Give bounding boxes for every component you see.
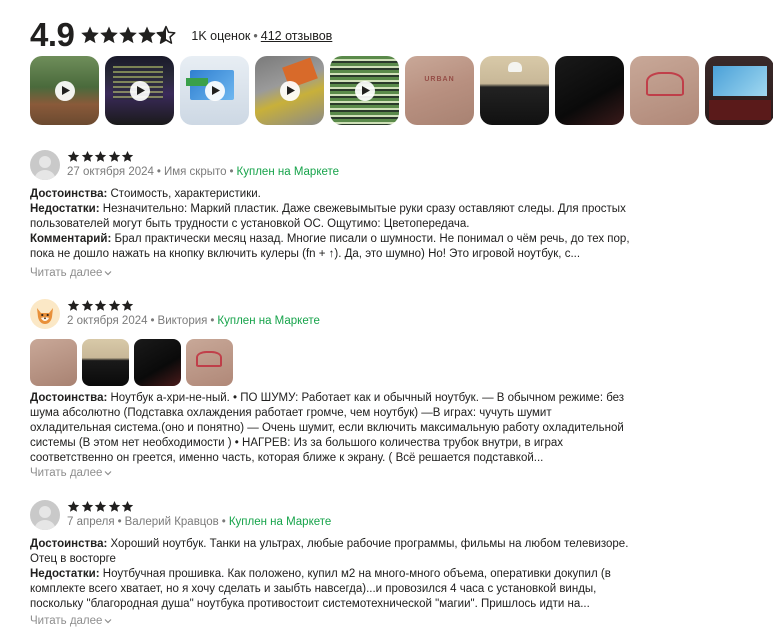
star-icon — [94, 500, 107, 513]
ratings-count: 1K оценок — [191, 28, 251, 43]
play-icon — [354, 80, 375, 101]
star-icon — [80, 25, 100, 45]
avatar — [30, 299, 60, 329]
review-photo[interactable] — [186, 339, 233, 386]
chevron-down-icon — [104, 270, 112, 276]
star-icon — [81, 299, 94, 312]
box-print-label: URBAN — [424, 76, 455, 83]
review-stars — [67, 299, 135, 312]
cons-label: Недостатки: — [30, 203, 100, 215]
play-icon — [279, 80, 300, 101]
pros-text: Ноутбук а-хри-не-ный. • ПО ШУМУ: Работае… — [30, 392, 625, 464]
star-icon — [99, 25, 119, 45]
pros-text: Хороший ноутбук. Танки на ультрах, любые… — [30, 538, 629, 565]
star-icon — [81, 500, 94, 513]
cons-text: Ноутбучная прошивка. Как положено, купил… — [30, 568, 611, 610]
play-icon — [54, 80, 75, 101]
photo-thumbnail[interactable] — [705, 56, 773, 125]
review-counts: 1K оценок • 412 отзывов — [191, 29, 332, 43]
video-thumbnail[interactable] — [180, 56, 249, 125]
star-icon — [67, 299, 80, 312]
review-text: Достоинства: Ноутбук а-хри-не-ный. • ПО … — [30, 391, 635, 466]
play-icon — [129, 80, 150, 101]
video-thumbnail[interactable] — [30, 56, 99, 125]
review-date: 7 апреля — [67, 516, 115, 528]
review-stars — [67, 150, 135, 163]
star-icon — [108, 500, 121, 513]
read-more-label: Читать далее — [30, 615, 103, 627]
review-photos — [30, 339, 233, 386]
star-icon — [118, 25, 138, 45]
comment-label: Комментарий: — [30, 233, 112, 245]
star-icon — [121, 500, 134, 513]
star-icon — [94, 150, 107, 163]
avatar — [30, 150, 60, 180]
video-thumbnail[interactable] — [330, 56, 399, 125]
read-more-link[interactable]: Читать далее — [30, 467, 112, 479]
read-more-label: Читать далее — [30, 267, 103, 279]
read-more-link[interactable]: Читать далее — [30, 267, 112, 279]
review-author: Имя скрыто — [163, 166, 227, 178]
read-more-label: Читать далее — [30, 467, 103, 479]
cons-text: Незначительно: Маркий пластик. Даже свеж… — [30, 203, 626, 230]
review-text: Достоинства: Стоимость, характеристики. … — [30, 187, 635, 262]
star-icon — [108, 299, 121, 312]
video-thumbnail[interactable] — [105, 56, 174, 125]
review-stars — [67, 500, 135, 513]
rating-summary: 4.9 1K оценок • 412 отзывов — [30, 14, 332, 54]
bought-badge: Куплен на Маркете — [236, 166, 340, 178]
comment-text: Брал практически месяц назад. Многие пис… — [30, 233, 630, 260]
photo-thumbnail[interactable] — [630, 56, 699, 125]
review-meta: 27 октября 2024 • Имя скрыто • Куплен на Мар… — [67, 166, 340, 178]
review-author: Валерий Кравцов — [124, 516, 219, 528]
photo-thumbnail[interactable] — [555, 56, 624, 125]
reviews-link[interactable]: 412 отзывов — [261, 29, 333, 43]
play-icon — [204, 80, 225, 101]
rating-stars — [80, 25, 175, 45]
pros-label: Достоинства: — [30, 538, 108, 550]
bought-badge: Куплен на Маркете — [217, 315, 320, 327]
media-gallery: URBAN — [30, 56, 773, 125]
bought-badge: Куплен на Маркете — [228, 516, 332, 528]
star-icon — [81, 150, 94, 163]
review-date: 27 октября 2024 — [67, 166, 154, 178]
review-meta: 2 октября 2024 • Виктория • Куплен на Маркет… — [67, 315, 320, 327]
review-photo[interactable] — [134, 339, 181, 386]
pros-label: Достоинства: — [30, 392, 108, 404]
star-icon — [137, 25, 157, 45]
chevron-down-icon — [104, 470, 112, 476]
star-icon — [67, 150, 80, 163]
pros-label: Достоинства: — [30, 188, 108, 200]
avatar — [30, 500, 60, 530]
star-icon — [94, 299, 107, 312]
photo-thumbnail[interactable]: URBAN — [405, 56, 474, 125]
review-author: Виктория — [157, 315, 208, 327]
review-photo[interactable] — [30, 339, 77, 386]
video-thumbnail[interactable] — [255, 56, 324, 125]
half-star-icon — [156, 25, 176, 45]
review-text: Достоинства: Хороший ноутбук. Танки на у… — [30, 537, 635, 612]
read-more-link[interactable]: Читать далее — [30, 615, 112, 627]
star-icon — [121, 150, 134, 163]
review-photo[interactable] — [82, 339, 129, 386]
average-rating: 4.9 — [30, 15, 75, 53]
star-icon — [121, 299, 134, 312]
photo-thumbnail[interactable] — [480, 56, 549, 125]
cons-label: Недостатки: — [30, 568, 100, 580]
separator: • — [253, 28, 258, 43]
chevron-down-icon — [104, 618, 112, 624]
star-icon — [108, 150, 121, 163]
pros-text: Стоимость, характеристики. — [110, 188, 261, 200]
review-meta: 7 апреля • Валерий Кравцов • Куплен на Марке… — [67, 516, 332, 528]
review-date: 2 октября 2024 — [67, 315, 148, 327]
star-icon — [67, 500, 80, 513]
